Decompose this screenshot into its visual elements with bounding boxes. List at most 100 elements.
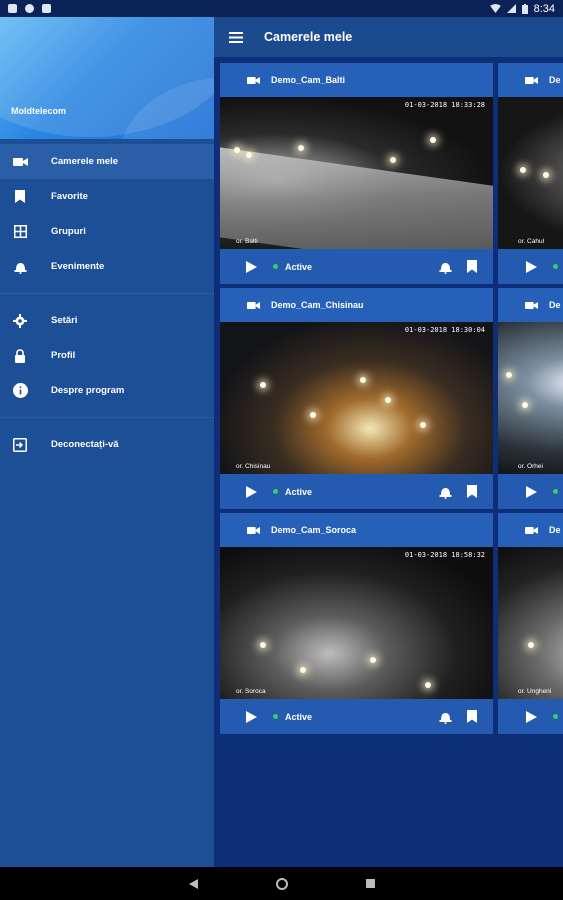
- drawer-item-deconectare[interactable]: Deconectați-vă: [0, 427, 214, 462]
- camera-status: Active: [285, 486, 313, 497]
- camera-preview[interactable]: or. Orhei: [498, 322, 563, 474]
- bookmark-icon[interactable]: [467, 260, 477, 273]
- camera-card[interactable]: Demo_Cam_Soroca 01-03-2018 18:58:32 or. …: [220, 513, 493, 734]
- camera-card-header: Demo_Cam_Soroca: [220, 513, 493, 547]
- play-icon[interactable]: [526, 710, 537, 723]
- camera-preview[interactable]: or. Cahul: [498, 97, 563, 249]
- drawer-item-evenimente[interactable]: Evenimente: [0, 249, 214, 284]
- system-nav-bar: [0, 867, 563, 900]
- camera-preview[interactable]: 01-03-2018 18:33:28 or. Balti: [220, 97, 493, 249]
- camera-card-header: De: [498, 288, 563, 322]
- camera-timestamp: 01-03-2018 18:58:32: [404, 551, 485, 559]
- status-dot: [553, 714, 558, 719]
- camera-preview[interactable]: 01-03-2018 18:30:04 or. Chisinau: [220, 322, 493, 474]
- recents-icon[interactable]: [365, 879, 375, 888]
- drawer-item-setari[interactable]: Setări: [0, 303, 214, 338]
- camera-card[interactable]: Demo_Cam_Chisinau 01-03-2018 18:30:04 or…: [220, 288, 493, 509]
- page-title: Camerele mele: [264, 30, 353, 44]
- camera-status: Active: [285, 261, 313, 272]
- app-bar: Camerele mele: [214, 17, 563, 57]
- videocam-icon: [12, 154, 28, 170]
- camera-preview[interactable]: or. Ungheni: [498, 547, 563, 699]
- wifi-icon: [489, 4, 501, 13]
- drawer-header: Moldtelecom: [0, 17, 214, 139]
- brand-name: Moldtelecom: [11, 106, 67, 116]
- drawer-item-label: Despre program: [51, 385, 125, 396]
- camera-name: De: [549, 75, 561, 85]
- drawer-item-grupuri[interactable]: Grupuri: [0, 214, 214, 249]
- camera-card-footer: [498, 249, 563, 284]
- camera-card-header: De: [498, 513, 563, 547]
- menu-icon[interactable]: [228, 29, 244, 45]
- videocam-icon: [247, 76, 260, 85]
- status-bar: 8:34: [0, 0, 563, 17]
- camera-location: or. Balti: [236, 238, 258, 245]
- drawer-item-label: Camerele mele: [51, 156, 119, 167]
- camera-location: or. Chisinau: [236, 463, 271, 470]
- camera-card[interactable]: De or. Ungheni: [498, 513, 563, 734]
- drawer-item-favorite[interactable]: Favorite: [0, 179, 214, 214]
- bookmark-icon: [12, 189, 28, 205]
- alarm-bell-icon[interactable]: [438, 260, 452, 274]
- notification-icon: [42, 4, 51, 13]
- drawer-item-despre-program[interactable]: Despre program: [0, 373, 214, 408]
- play-icon[interactable]: [526, 260, 537, 273]
- camera-card[interactable]: Demo_Cam_Balti 01-03-2018 18:33:28 or. B…: [220, 63, 493, 284]
- camera-card-header: Demo_Cam_Balti: [220, 63, 493, 97]
- alarm-bell-icon: [12, 259, 28, 275]
- clock: 8:34: [533, 2, 555, 15]
- camera-location: or. Cahul: [518, 238, 545, 245]
- videocam-icon: [247, 301, 260, 310]
- camera-name: Demo_Cam_Soroca: [271, 525, 357, 535]
- camera-card-footer: [498, 699, 563, 734]
- status-dot: [553, 489, 558, 494]
- drawer-menu-settings: Setări Profil Despre program: [0, 303, 214, 408]
- camera-card-header: Demo_Cam_Chisinau: [220, 288, 493, 322]
- camera-card-footer: Active: [220, 249, 493, 284]
- play-icon[interactable]: [246, 710, 257, 723]
- camera-card-footer: Active: [220, 699, 493, 734]
- camera-name: Demo_Cam_Balti: [271, 75, 346, 85]
- camera-grid: Demo_Cam_Balti 01-03-2018 18:33:28 or. B…: [214, 57, 563, 867]
- camera-status: Active: [285, 711, 313, 722]
- camera-card-footer: [498, 474, 563, 509]
- camera-card-header: De: [498, 63, 563, 97]
- notification-icons: [8, 4, 51, 13]
- videocam-icon: [525, 76, 538, 85]
- drawer-item-profil[interactable]: Profil: [0, 338, 214, 373]
- gear-icon: [12, 313, 28, 329]
- camera-name: Demo_Cam_Chisinau: [271, 300, 364, 310]
- bookmark-icon[interactable]: [467, 485, 477, 498]
- camera-preview[interactable]: 01-03-2018 18:58:32 or. Soroca: [220, 547, 493, 699]
- camera-name: De: [549, 300, 561, 310]
- logout-icon: [12, 437, 28, 453]
- home-icon[interactable]: [275, 877, 288, 890]
- notification-icon: [8, 4, 17, 13]
- signal-icon: [506, 4, 516, 13]
- drawer-item-camerele-mele[interactable]: Camerele mele: [0, 144, 214, 179]
- drawer-menu: Camerele mele Favorite Grupuri Eveniment…: [0, 144, 214, 284]
- camera-card[interactable]: De or. Orhei: [498, 288, 563, 509]
- info-icon: [12, 383, 28, 399]
- divider: [0, 417, 214, 418]
- alarm-bell-icon[interactable]: [438, 485, 452, 499]
- camera-name: De: [549, 525, 561, 535]
- bookmark-icon[interactable]: [467, 710, 477, 723]
- lock-icon: [12, 348, 28, 364]
- play-icon[interactable]: [246, 485, 257, 498]
- grid-icon: [12, 224, 28, 240]
- camera-card[interactable]: De or. Cahul: [498, 63, 563, 284]
- divider: [0, 293, 214, 294]
- drawer-item-label: Deconectați-vă: [51, 439, 119, 450]
- play-icon[interactable]: [246, 260, 257, 273]
- videocam-icon: [525, 301, 538, 310]
- play-icon[interactable]: [526, 485, 537, 498]
- battery-icon: [521, 3, 528, 14]
- alarm-bell-icon[interactable]: [438, 710, 452, 724]
- status-dot: [273, 489, 278, 494]
- camera-location: or. Orhei: [518, 463, 543, 470]
- back-icon[interactable]: [188, 878, 198, 889]
- drawer-item-label: Grupuri: [51, 226, 86, 237]
- camera-location: or. Ungheni: [518, 688, 552, 695]
- camera-location: or. Soroca: [236, 688, 266, 695]
